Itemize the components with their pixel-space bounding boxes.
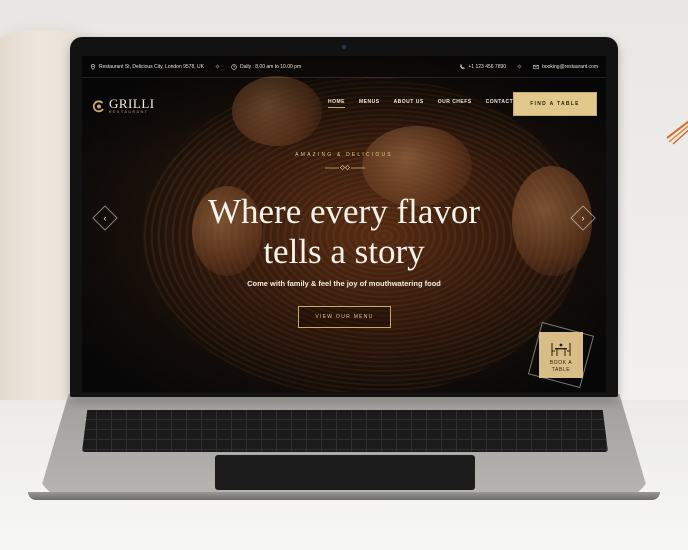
hero-eyebrow: AMAZING & DELICIOUS [295,152,393,158]
nav-menus[interactable]: MENUS [359,99,380,105]
book-a-table-badge[interactable]: BOOK A TABLE [539,332,583,378]
nav-contact[interactable]: CONTACT [486,99,514,105]
phone-text: +1 123 456 7890 [468,63,507,70]
phone-icon [460,64,465,69]
nav-home[interactable]: HOME [328,99,345,108]
headline-line-2: tells a story [263,232,425,271]
laptop-keyboard [82,410,608,452]
email-text: booking@restaurant.com [542,63,598,70]
hours-info: Daily : 8.00 am to 10.00 pm [231,64,301,70]
view-our-menu-button[interactable]: VIEW OUR MENU [298,306,391,328]
laptop-lid: Restaurant St, Delicious City, London 95… [70,37,618,397]
site-header: GRILLI RESTAURANT HOME MENUS ABOUT US OU… [82,86,606,126]
main-nav: HOME MENUS ABOUT US OUR CHEFS CONTACT [328,99,514,108]
hero-subtitle: Come with family & feel the joy of mouth… [247,279,441,288]
separator-diamond [517,64,522,69]
webcam [342,45,346,49]
location-pin-icon [90,63,96,70]
address-info: Restaurant St, Delicious City, London 95… [90,64,204,70]
background-leaf [666,120,688,145]
book-label-line-2: TABLE [551,367,571,373]
info-bar: Restaurant St, Delicious City, London 95… [82,56,606,78]
book-a-table-label: BOOK A TABLE [550,360,573,374]
ornament-divider-icon [325,164,365,171]
laptop-trackpad [215,455,475,490]
clock-icon [231,63,237,70]
book-label-line-1: BOOK A [549,360,573,366]
hours-text: Daily : 8.00 am to 10.00 pm [239,63,302,70]
find-a-table-button[interactable]: FIND A TABLE [513,92,597,116]
brand-tagline: RESTAURANT [109,110,149,115]
address-text: Restaurant St, Delicious City, London 95… [99,63,204,70]
nav-about-us[interactable]: ABOUT US [394,99,424,105]
brand-logo[interactable]: GRILLI RESTAURANT [92,97,155,115]
website-screen: Restaurant St, Delicious City, London 95… [82,56,606,392]
hero-headline: Where every flavor tells a story [82,192,606,272]
phone-link[interactable]: +1 123 456 7890 [459,64,506,70]
separator-diamond [215,64,220,69]
headline-line-1: Where every flavor [207,192,481,231]
nav-our-chefs[interactable]: OUR CHEFS [438,99,472,105]
brand-name: GRILLI [109,96,155,112]
grilli-logo-icon [92,100,104,113]
email-link[interactable]: booking@restaurant.com [533,64,598,70]
dining-table-icon [551,343,571,356]
mail-icon [533,64,539,69]
laptop-base-lip [28,492,660,500]
